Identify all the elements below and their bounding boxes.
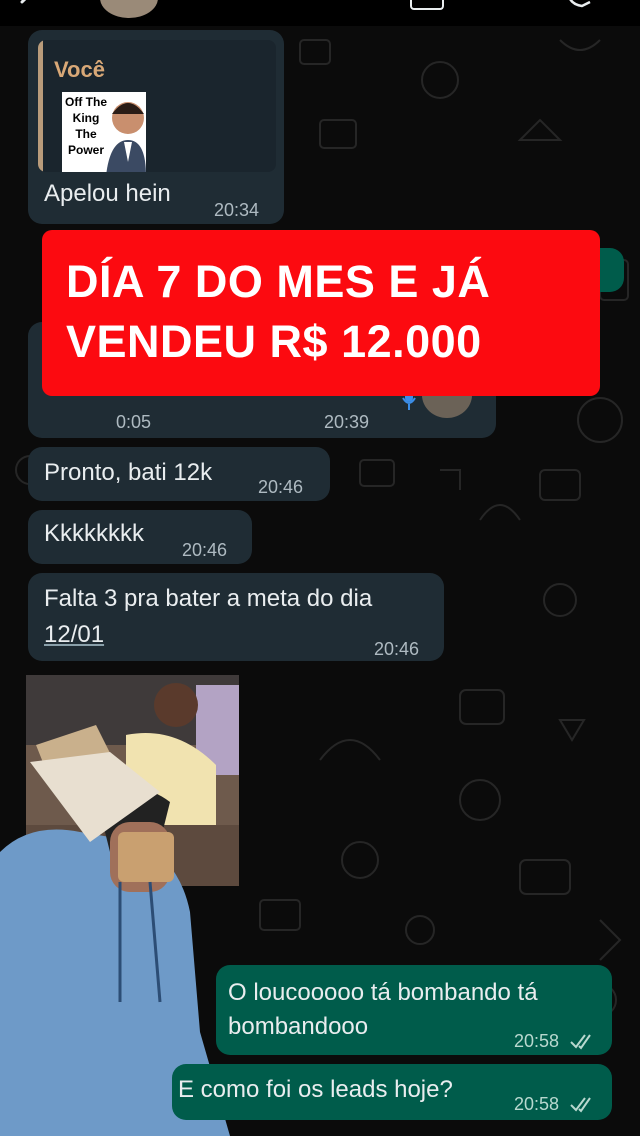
read-receipt-icon [570, 1034, 591, 1050]
message-time: 20:39 [324, 412, 370, 432]
message-bubble-outgoing[interactable]: O loucooooo tá bombando tá bombandooo 20… [216, 965, 612, 1055]
message-time: 20:46 [258, 477, 304, 497]
message-bubble-reply[interactable]: Você Off The King The Power Apelou hein … [28, 30, 284, 224]
voice-duration: 0:05 [116, 412, 152, 432]
person-thumbnail-figure [106, 102, 146, 172]
chevron-left-icon[interactable] [18, 0, 36, 12]
banner-line-2: VENDEU R$ 12.000 [66, 316, 482, 367]
message-time: 20:46 [374, 639, 420, 659]
message-text-line: Falta 3 pra bater a meta do dia [44, 585, 373, 612]
message-bubble[interactable]: Falta 3 pra bater a meta do dia 12/01 20… [28, 573, 444, 661]
banner-line-1: DÍA 7 DO MES E JÁ [66, 256, 491, 307]
message-time-row: 20:58 [514, 1088, 596, 1120]
message-text-line: bombandooo [228, 1013, 369, 1040]
message-bubble[interactable]: Kkkkkkkk 20:46 [28, 510, 252, 564]
message-bubble-outgoing[interactable]: E como foi os leads hoje? 20:58 [172, 1064, 612, 1120]
message-time-row: 20:58 [514, 1025, 596, 1057]
message-bubble[interactable]: Pronto, bati 12k 20:46 [28, 447, 330, 501]
message-text: Pronto, bati 12k [44, 459, 213, 486]
phone-icon[interactable] [566, 0, 592, 8]
message-time: 20:58 [514, 1094, 560, 1114]
red-overlay-banner: DÍA 7 DO MES E JÁ VENDEU R$ 12.000 [42, 230, 600, 396]
message-text-line: O loucooooo tá bombando tá [228, 979, 538, 1006]
thumb-text-line: Off The [65, 95, 107, 109]
thumb-text-line: Power [67, 143, 104, 157]
thumb-text-line: The [75, 127, 97, 141]
quoted-message[interactable]: Você Off The King The Power [38, 40, 276, 172]
chat-header [0, 0, 640, 26]
date-link[interactable]: 12/01 [44, 619, 104, 651]
read-receipt-icon [570, 1097, 591, 1113]
message-time: 20:46 [182, 540, 228, 560]
message-text: Kkkkkkkk [44, 520, 145, 547]
message-time: 20:58 [514, 1031, 560, 1051]
quote-author: Você [54, 57, 105, 82]
contact-avatar[interactable] [100, 0, 158, 18]
message-time: 20:34 [214, 200, 260, 220]
quote-accent-bar [38, 40, 43, 172]
video-call-icon[interactable] [410, 0, 444, 10]
quote-thumbnail: Off The King The Power [62, 92, 146, 172]
message-text: Apelou hein [44, 180, 171, 207]
message-text: E como foi os leads hoje? [178, 1076, 453, 1103]
thumb-text-line: King [72, 111, 100, 125]
